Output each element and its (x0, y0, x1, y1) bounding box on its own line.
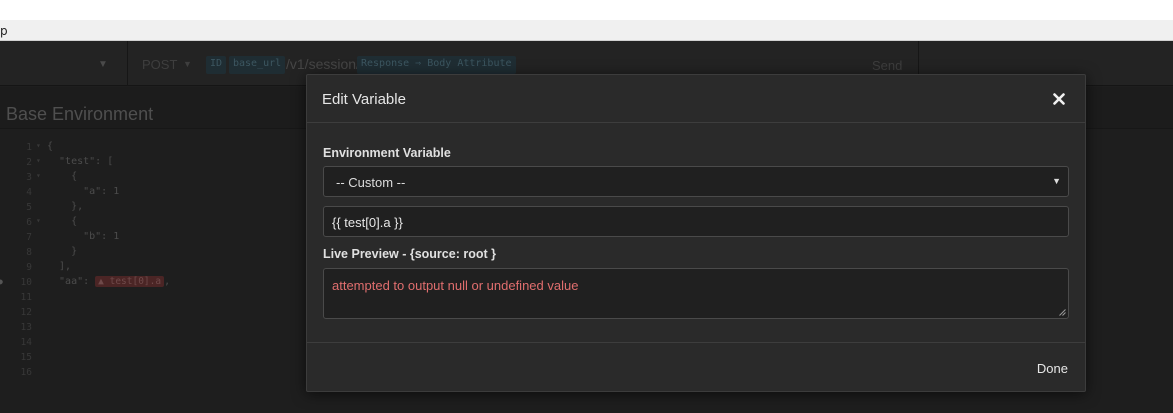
line-number: 3 (26, 172, 32, 183)
select-value: -- Custom -- (336, 175, 406, 190)
resize-grip-icon[interactable] (1059, 309, 1066, 316)
code-line[interactable]: 9 ], (0, 260, 310, 275)
code-text-content: "test": [ (47, 156, 114, 167)
caret-down-icon: ▼ (1052, 176, 1061, 186)
toolbar-divider (127, 41, 128, 86)
code-line[interactable]: ● 10 "aa": ▲ test[0].a, (0, 275, 310, 290)
line-number: 5 (26, 202, 32, 213)
url-response-tag[interactable]: Response ⇒ Body Attribute (357, 56, 516, 74)
code-line[interactable]: 7 "b": 1 (0, 230, 310, 245)
code-text-content: { (47, 171, 78, 182)
code-text: { (47, 171, 77, 182)
code-line[interactable]: 2 ▾ "test": [ (0, 155, 310, 170)
code-line[interactable]: 5 }, (0, 200, 310, 215)
line-number: 9 (26, 262, 32, 273)
code-line[interactable]: 11 (0, 290, 310, 305)
modal-footer-divider (307, 342, 1085, 343)
line-number: 1 (26, 142, 32, 153)
line-number: 16 (20, 367, 32, 378)
method-dropdown[interactable]: POST (142, 57, 177, 72)
template-input[interactable]: {{ test[0].a }} (323, 206, 1069, 237)
fold-chevron-icon[interactable]: ▾ (36, 141, 41, 150)
line-number: 4 (26, 187, 32, 198)
code-line[interactable]: 16 (0, 365, 310, 380)
code-line[interactable]: 8 } (0, 245, 310, 260)
code-text: "aa": ▲ test[0].a, (47, 276, 170, 287)
line-number: 6 (26, 217, 32, 228)
line-number: 8 (26, 247, 32, 258)
window-top-edge (0, 0, 1173, 20)
method-chevron-down-icon[interactable]: ▼ (183, 59, 192, 69)
code-text-content: "aa": (47, 276, 96, 287)
code-text: } (47, 246, 77, 257)
line-number: 2 (26, 157, 32, 168)
code-line[interactable]: 14 (0, 335, 310, 350)
template-input-value: {{ test[0].a }} (332, 215, 403, 230)
code-text-content: }, (47, 201, 84, 212)
line-number: 15 (20, 352, 32, 363)
code-line[interactable]: 15 (0, 350, 310, 365)
template-variable-error-tag[interactable]: ▲ test[0].a (95, 276, 165, 287)
lint-marker-icon: ● (0, 277, 3, 286)
code-line[interactable]: 12 (0, 305, 310, 320)
code-text-content: "a": 1 (47, 186, 120, 197)
line-number: 13 (20, 322, 32, 333)
code-line[interactable]: 3 ▾ { (0, 170, 310, 185)
code-text: "b": 1 (47, 231, 119, 242)
code-line[interactable]: 4 "a": 1 (0, 185, 310, 200)
code-text-content: { (47, 141, 54, 152)
code-text-content: "b": 1 (47, 231, 120, 242)
code-text: { (47, 216, 77, 227)
environment-title: Base Environment (6, 104, 154, 124)
line-number: 12 (20, 307, 32, 318)
environment-json-editor[interactable]: 1 ▾{2 ▾ "test": [3 ▾ {4 "a": 15 }, 6 ▾ {7 "b"… (0, 140, 310, 380)
line-number: 10 (20, 277, 32, 288)
fold-chevron-icon[interactable]: ▾ (36, 216, 41, 225)
environment-variable-label: Environment Variable (323, 146, 451, 160)
code-text-content: } (47, 246, 78, 257)
code-text-trailing: , (164, 276, 171, 287)
url-variable-tag[interactable]: ID (206, 56, 227, 74)
send-button[interactable]: Send (872, 58, 902, 73)
code-text: { (47, 141, 53, 152)
code-text-content: { (47, 216, 78, 227)
code-text-content: ], (47, 261, 72, 272)
modal-header: Edit Variable (307, 75, 1085, 123)
url-path[interactable]: /v1/session/ (286, 56, 360, 72)
environment-chevron-down-icon[interactable]: ▼ (98, 59, 108, 70)
code-text: "a": 1 (47, 186, 119, 197)
edit-variable-modal: Edit Variable Environment Variable -- Cu… (306, 74, 1086, 392)
fold-chevron-icon[interactable]: ▾ (36, 171, 41, 180)
fold-chevron-icon[interactable]: ▾ (36, 156, 41, 165)
code-line[interactable]: 1 ▾ { (0, 140, 310, 155)
done-button[interactable]: Done (1037, 361, 1068, 376)
modal-title: Edit Variable (322, 91, 406, 108)
line-number: 7 (26, 232, 32, 243)
line-number: 11 (20, 292, 32, 303)
close-icon (1053, 93, 1065, 105)
window-title-bar: p (0, 20, 1173, 41)
code-text: }, (47, 201, 83, 212)
window-title: p (0, 24, 8, 38)
url-variable-tag[interactable]: base_url (229, 56, 286, 74)
live-preview-textarea[interactable]: attempted to output null or undefined va… (323, 268, 1069, 319)
code-line[interactable]: 6 ▾ { (0, 215, 310, 230)
code-line[interactable]: 13 (0, 320, 310, 335)
code-text: ], (47, 261, 71, 272)
preview-error-text: attempted to output null or undefined va… (332, 278, 579, 293)
line-number: 14 (20, 337, 32, 348)
code-text: "test": [ (47, 156, 113, 167)
environment-variable-select[interactable]: -- Custom -- ▼ (323, 166, 1069, 197)
live-preview-label: Live Preview - {source: root } (323, 247, 496, 261)
close-button[interactable] (1049, 88, 1069, 108)
